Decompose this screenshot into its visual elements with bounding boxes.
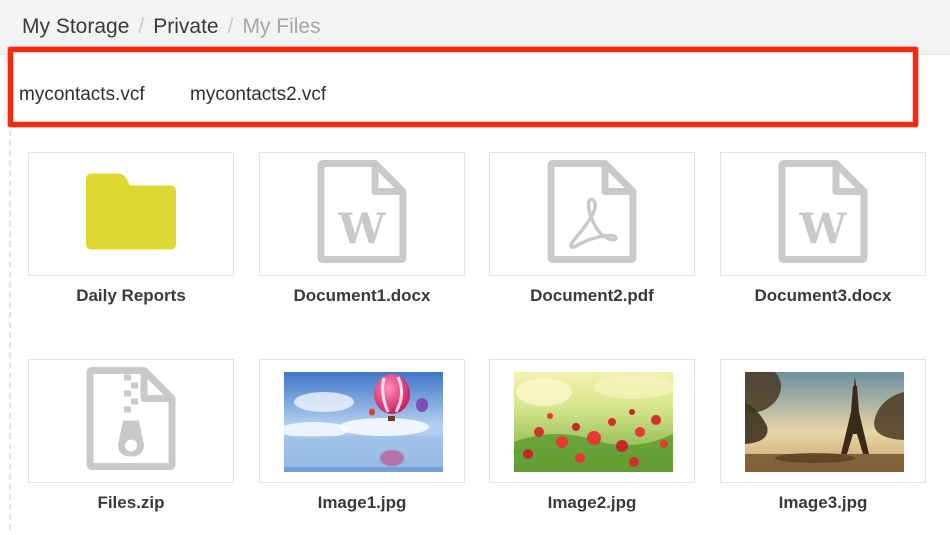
file-card-document1[interactable]: W	[259, 152, 465, 276]
folder-icon	[84, 172, 178, 257]
upload-file-item[interactable]: mycontacts.vcf	[19, 84, 145, 106]
breadcrumb-separator: /	[138, 15, 145, 38]
file-name-label[interactable]: Document1.docx	[242, 286, 482, 306]
file-name-label[interactable]: Document3.docx	[703, 286, 943, 306]
file-card-image2[interactable]	[489, 359, 695, 483]
breadcrumb-my-files: My Files	[242, 15, 321, 38]
breadcrumb-my-storage[interactable]: My Storage	[22, 15, 129, 38]
file-card-document3[interactable]: W	[720, 152, 926, 276]
upload-file-item[interactable]: mycontacts2.vcf	[190, 84, 326, 106]
file-card-files-zip[interactable]	[28, 359, 234, 483]
word-document-icon: W	[317, 160, 407, 269]
file-name-label[interactable]: Image3.jpg	[703, 493, 943, 513]
svg-text:W: W	[337, 205, 386, 254]
file-name-label[interactable]: Image2.jpg	[472, 493, 712, 513]
file-card-image1[interactable]	[259, 359, 465, 483]
upload-queue-highlight: mycontacts.vcf mycontacts2.vcf	[8, 47, 918, 127]
hot-air-balloon-thumbnail	[284, 372, 443, 472]
file-card-daily-reports[interactable]	[28, 152, 234, 276]
poppy-field-thumbnail	[514, 372, 673, 472]
breadcrumb: My Storage / Private / My Files	[22, 15, 321, 39]
word-document-icon: W	[778, 160, 868, 269]
file-card-document2[interactable]	[489, 152, 695, 276]
file-name-label[interactable]: Files.zip	[11, 493, 251, 513]
drop-zone-border	[9, 130, 11, 530]
breadcrumb-private[interactable]: Private	[153, 15, 218, 38]
eiffel-tower-thumbnail	[745, 372, 904, 472]
file-name-label[interactable]: Image1.jpg	[242, 493, 482, 513]
zip-archive-icon	[86, 367, 176, 476]
breadcrumb-separator: /	[227, 15, 234, 38]
pdf-document-icon	[547, 160, 637, 269]
file-card-image3[interactable]	[720, 359, 926, 483]
file-name-label[interactable]: Daily Reports	[11, 286, 251, 306]
file-name-label[interactable]: Document2.pdf	[472, 286, 712, 306]
svg-text:W: W	[798, 205, 847, 254]
